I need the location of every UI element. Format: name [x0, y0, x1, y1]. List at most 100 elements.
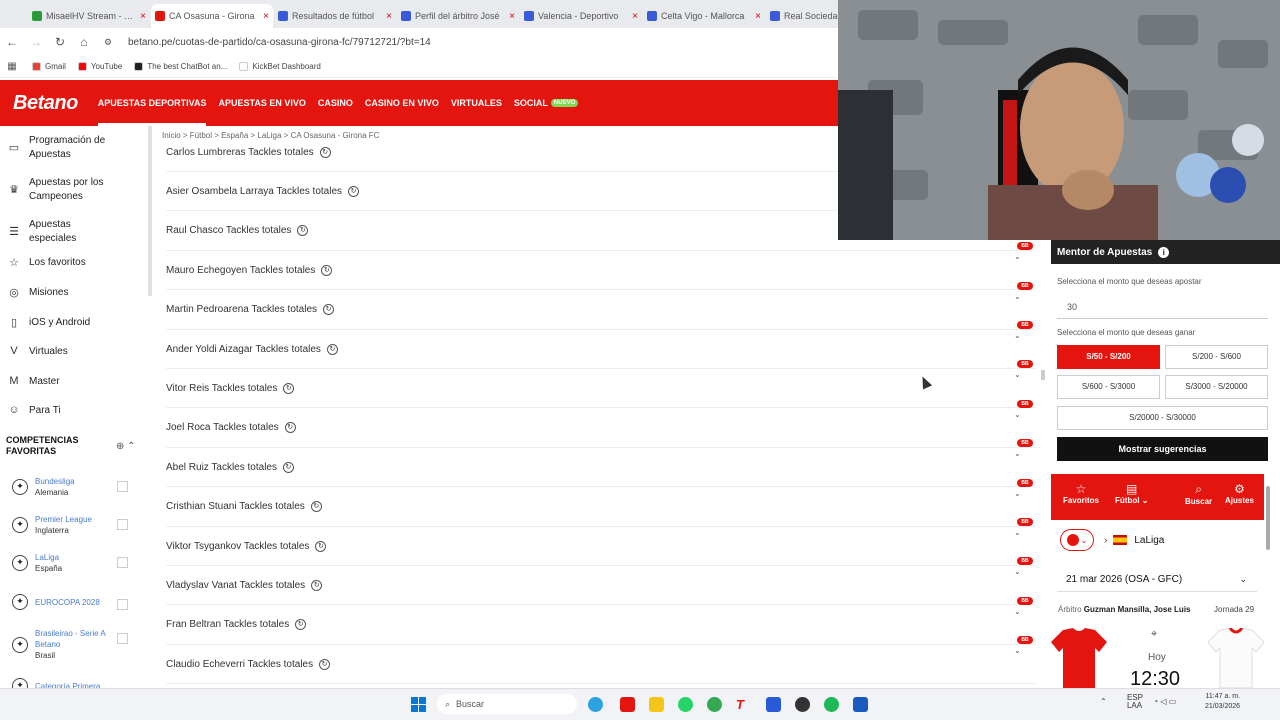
favorite-checkbox[interactable] — [117, 633, 128, 644]
chevron-down-icon[interactable]: ⌄ — [1014, 331, 1021, 340]
stats-icon[interactable]: ↻ — [310, 501, 322, 513]
chevron-down-icon[interactable]: ⌄ — [1014, 252, 1021, 261]
right-scrollbar[interactable] — [1266, 486, 1270, 550]
sidebar-item[interactable]: ▯ iOS y Android — [6, 316, 119, 330]
sidebar-item[interactable]: ☰ Apuestas especiales — [6, 218, 119, 246]
whatsapp-icon[interactable] — [678, 697, 693, 712]
stats-icon[interactable]: ↻ — [315, 540, 327, 552]
competition-item[interactable]: ✦ Categoría Primera — [12, 678, 107, 688]
bookmark-item[interactable]: The best ChatBot an... — [134, 62, 227, 71]
chevron-down-icon[interactable]: ⌄ — [1014, 489, 1021, 498]
sidebar-item[interactable]: ☺ Para Ti — [6, 404, 119, 418]
favorite-checkbox[interactable] — [117, 519, 128, 530]
bookmark-item[interactable]: YouTube — [77, 62, 122, 71]
favorite-checkbox[interactable] — [117, 481, 128, 492]
close-icon[interactable]: × — [140, 11, 146, 22]
competition-item[interactable]: ✦ Brasileirao - Serie A Betano Brasil — [12, 628, 107, 661]
nav-casino[interactable]: CASINO — [318, 80, 353, 126]
market-row[interactable]: Ander Yoldi Aizagar Tackles totales ↻ — [166, 330, 1036, 369]
chevron-down-icon[interactable]: ⌄ — [1014, 528, 1021, 537]
stats-icon[interactable]: ↻ — [282, 461, 294, 473]
league-name[interactable]: LaLiga — [1134, 535, 1164, 546]
clock[interactable]: 11:47 a. m. 21/03/2026 — [1205, 692, 1240, 712]
browser-tab[interactable]: Celta Vigo - Mallorca × — [643, 4, 765, 28]
sidebar-item[interactable]: ◎ Misiones — [6, 286, 119, 300]
chevron-down-icon[interactable]: ⌄ — [1014, 567, 1021, 576]
site-info-icon[interactable]: ⚙ — [96, 37, 120, 48]
stats-icon[interactable]: ↻ — [319, 146, 331, 158]
chevron-down-icon[interactable]: ⌄ — [1014, 607, 1021, 616]
browser-tab[interactable]: MisaelHV Stream - … × — [28, 4, 150, 28]
market-row[interactable]: Joel Roca Tackles totales ↻ — [166, 409, 1036, 448]
show-suggestions-button[interactable]: Mostrar sugerencias — [1057, 437, 1268, 461]
market-row[interactable]: Mauro Echegoyen Tackles totales ↻ — [166, 251, 1036, 291]
sidebar-item[interactable]: ☆ Los favoritos — [6, 256, 119, 270]
market-row[interactable]: Cristhian Stuani Tackles totales ↻ — [166, 488, 1036, 527]
market-row[interactable]: Vladyslav Vanat Tackles totales ↻ — [166, 566, 1036, 606]
chevron-down-icon[interactable]: ⌄ — [1014, 449, 1021, 458]
stats-icon[interactable]: ↻ — [283, 382, 295, 394]
amount-option[interactable]: S/3000 - S/20000 — [1165, 375, 1268, 399]
close-icon[interactable]: × — [632, 11, 638, 22]
sport-selector[interactable]: ⌄ — [1060, 529, 1094, 551]
home-icon[interactable]: ⌂ — [72, 35, 96, 49]
system-tray[interactable]: ⌃ ESP LAA ◔ ◁ ▭ — [1100, 694, 1176, 710]
folder-icon[interactable] — [649, 697, 664, 712]
text-app-icon[interactable]: T — [736, 697, 751, 712]
stats-icon[interactable]: ↻ — [297, 225, 309, 237]
edge-icon[interactable] — [588, 697, 603, 712]
info-icon[interactable]: i — [1158, 246, 1170, 258]
browser-tab[interactable]: Valencia - Deportivo × — [520, 4, 642, 28]
close-icon[interactable]: × — [509, 11, 515, 22]
amount-option[interactable]: S/600 - S/3000 — [1057, 375, 1160, 399]
browser-tab[interactable]: Perfil del árbitro José × — [397, 4, 519, 28]
sidebar-item[interactable]: M Master — [6, 375, 119, 389]
nav-casino-en-vivo[interactable]: CASINO EN VIVO — [365, 80, 439, 126]
app-icon[interactable] — [620, 697, 635, 712]
market-row[interactable]: Abel Ruiz Tackles totales ↻ — [166, 448, 1036, 488]
betano-logo[interactable]: Betano — [13, 92, 78, 115]
url-input[interactable]: betano.pe/cuotas-de-partido/ca-osasuna-g… — [128, 37, 431, 48]
calculator-icon[interactable] — [766, 697, 781, 712]
forward-icon[interactable]: → — [24, 35, 48, 49]
chevron-down-icon[interactable]: ⌄ — [1014, 370, 1021, 379]
close-icon[interactable]: × — [263, 11, 269, 22]
close-icon[interactable]: × — [386, 11, 392, 22]
favorite-checkbox[interactable] — [117, 557, 128, 568]
stats-icon[interactable]: ↻ — [311, 579, 323, 591]
obs-icon[interactable] — [795, 697, 810, 712]
competition-item[interactable]: ✦ LaLiga España — [12, 552, 107, 574]
stake-input[interactable]: 30 — [1057, 295, 1268, 319]
taskbar-search[interactable]: ⌕ Buscar — [437, 694, 577, 714]
browser-tab[interactable]: Real Sociedad× — [766, 4, 838, 28]
chevron-down-icon[interactable]: ⌄ — [1014, 410, 1021, 419]
nav-apuestas-en-vivo[interactable]: APUESTAS EN VIVO — [218, 80, 305, 126]
spotify-icon[interactable] — [824, 697, 839, 712]
apps-grid-icon[interactable]: ▦ — [0, 61, 24, 72]
sidebar-item[interactable]: ▭ Programación de Apuestas — [6, 134, 119, 162]
reload-icon[interactable]: ↻ — [48, 35, 72, 49]
competitions-controls[interactable]: ⊕ ⌃ — [116, 441, 136, 452]
match-date-dropdown[interactable]: 21 mar 2026 (OSA - GFC) ⌄ — [1057, 568, 1257, 592]
nav-apuestas-deportivas[interactable]: APUESTAS DEPORTIVAS — [97, 80, 206, 126]
ajustes-button[interactable]: ⚙ Ajustes — [1225, 482, 1254, 505]
stats-icon[interactable]: ↻ — [295, 619, 307, 631]
favoritos-button[interactable]: ☆ Favoritos — [1063, 482, 1099, 505]
main-scrollbar[interactable] — [1041, 370, 1045, 380]
amount-option[interactable]: S/200 - S/600 — [1165, 345, 1268, 369]
bookmark-item[interactable]: KickBet Dashboard — [239, 62, 321, 71]
sidebar-item[interactable]: V Virtuales — [6, 345, 119, 359]
word-icon[interactable] — [853, 697, 868, 712]
nav-virtuales[interactable]: VIRTUALES — [451, 80, 502, 126]
market-row[interactable]: Viktor Tsygankov Tackles totales ↻ — [166, 527, 1036, 566]
stats-icon[interactable]: ↻ — [323, 304, 335, 316]
nav-social[interactable]: SOCIAL NUEVO — [514, 80, 579, 126]
pin-icon[interactable]: ⌖ — [1151, 628, 1157, 641]
chevron-down-icon[interactable]: ⌄ — [1014, 646, 1021, 655]
bookmark-item[interactable]: Gmail — [32, 62, 66, 71]
amount-option[interactable]: S/50 - S/200 — [1057, 345, 1160, 369]
competition-item[interactable]: ✦ EUROCOPA 2028 — [12, 594, 107, 610]
sidebar-item[interactable]: ♛ Apuestas por los Campeones — [6, 176, 119, 204]
back-icon[interactable]: ← — [0, 35, 24, 49]
competition-item[interactable]: ✦ Bundesliga Alemania — [12, 476, 107, 498]
